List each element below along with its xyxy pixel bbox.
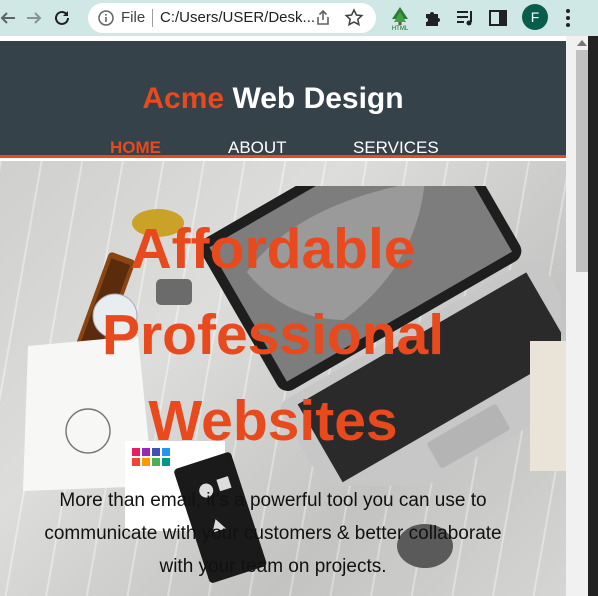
url-text[interactable]: C:/Users/USER/Desk... bbox=[160, 9, 322, 26]
scheme-label: File bbox=[121, 9, 146, 26]
showcase-heading: Affordable Professional Websites bbox=[0, 206, 546, 464]
forward-arrow-icon[interactable] bbox=[22, 6, 46, 30]
info-icon[interactable] bbox=[98, 10, 114, 26]
nav-home-link[interactable]: HOME bbox=[110, 138, 161, 158]
browser-toolbar: File C:/Users/USER/Desk... HTML F bbox=[0, 0, 598, 36]
adjacent-window-edge bbox=[588, 36, 598, 596]
media-control-icon[interactable] bbox=[454, 7, 476, 29]
site-brand: Acme Web Design bbox=[0, 82, 546, 116]
address-bar[interactable]: File C:/Users/USER/Desk... bbox=[88, 3, 376, 33]
side-panel-icon[interactable] bbox=[488, 8, 508, 28]
brand-rest: Web Design bbox=[224, 82, 404, 115]
profile-avatar[interactable]: F bbox=[522, 4, 548, 30]
nav-services-link[interactable]: SERVICES bbox=[353, 138, 439, 158]
share-icon[interactable] bbox=[314, 9, 332, 27]
page-viewport: Acme Web Design HOME ABOUT SERVICES Affo… bbox=[0, 36, 598, 596]
html-extension-icon[interactable]: HTML bbox=[388, 5, 412, 31]
showcase-section: Affordable Professional Websites More th… bbox=[0, 161, 566, 596]
vertical-scrollbar-thumb[interactable] bbox=[576, 50, 588, 272]
divider bbox=[152, 9, 153, 27]
star-icon[interactable] bbox=[344, 8, 364, 28]
site-header: Acme Web Design HOME ABOUT SERVICES bbox=[0, 41, 566, 158]
heading-line-3: Websites bbox=[148, 389, 398, 453]
showcase-description: More than email, it's a powerful tool yo… bbox=[44, 490, 502, 577]
brand-highlight: Acme bbox=[142, 82, 225, 115]
back-arrow-icon[interactable] bbox=[0, 6, 20, 30]
reload-icon[interactable] bbox=[50, 6, 74, 30]
svg-text:HTML: HTML bbox=[392, 26, 409, 31]
kebab-menu-icon[interactable] bbox=[558, 6, 578, 30]
heading-line-1: Affordable bbox=[130, 217, 416, 281]
nav-about-link[interactable]: ABOUT bbox=[228, 138, 287, 158]
heading-line-2: Professional bbox=[101, 303, 445, 367]
scroll-up-arrow-icon[interactable] bbox=[576, 38, 588, 48]
puzzle-icon[interactable] bbox=[422, 7, 444, 29]
